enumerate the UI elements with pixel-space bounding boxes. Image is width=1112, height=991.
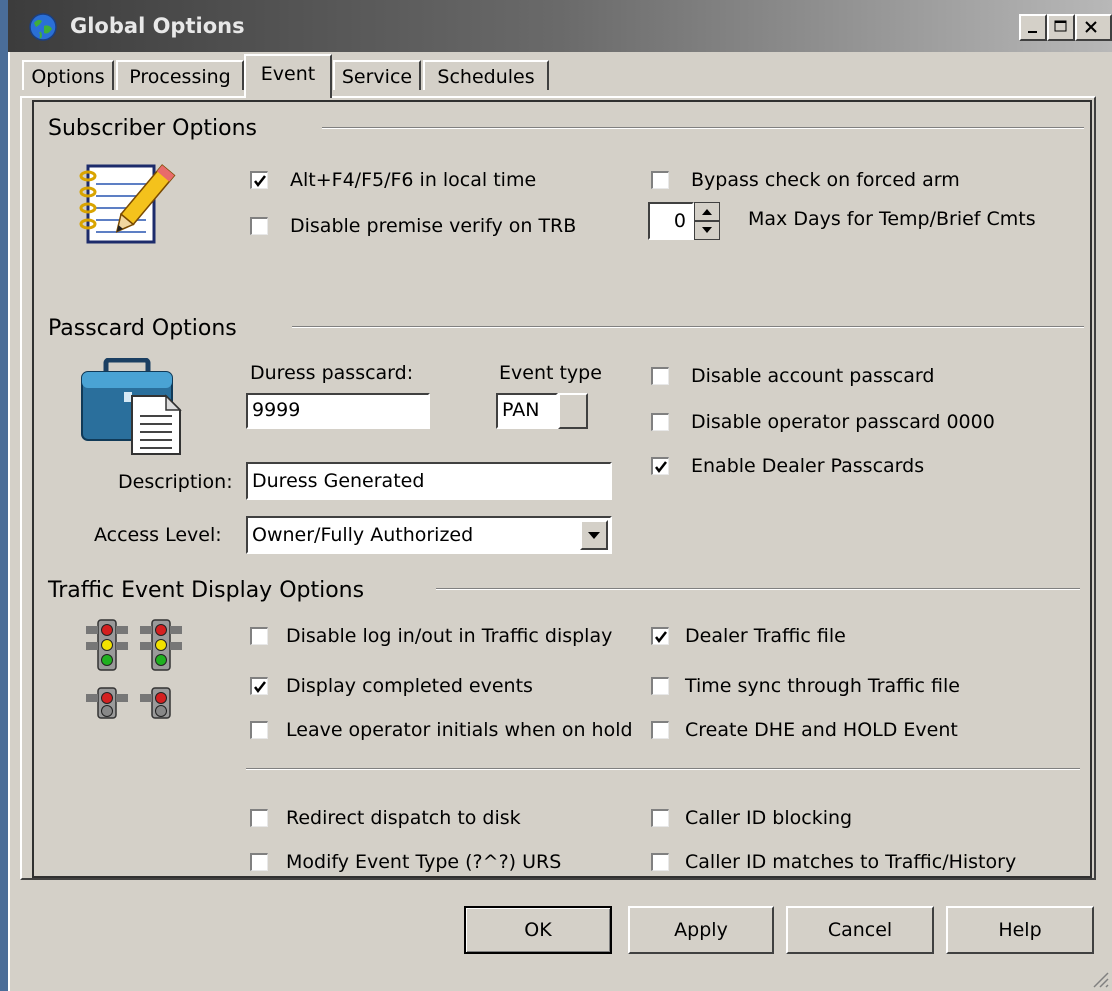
checkbox-box[interactable] <box>250 853 268 871</box>
checkbox-box[interactable] <box>651 721 669 739</box>
passcard-divider <box>292 326 1084 328</box>
description-label: Description: <box>118 471 233 493</box>
checkbox-box[interactable] <box>250 627 268 645</box>
checkbox-label: Alt+F4/F5/F6 in local time <box>290 169 537 191</box>
checkbox-box[interactable] <box>651 457 669 475</box>
passcard-options-title: Passcard Options <box>48 316 237 341</box>
checkbox-label: Disable operator passcard 0000 <box>691 411 995 433</box>
caller-id-matches-checkbox[interactable]: Caller ID matches to Traffic/History <box>651 848 1016 876</box>
checkbox-label: Modify Event Type (?^?) URS <box>286 851 562 873</box>
access-level-value: Owner/Fully Authorized <box>252 524 474 546</box>
minimize-button[interactable] <box>1019 14 1047 41</box>
access-level-label: Access Level: <box>94 524 222 546</box>
display-completed-events-checkbox[interactable]: Display completed events <box>250 672 533 700</box>
checkbox-box[interactable] <box>651 367 669 385</box>
notepad-pencil-icon <box>79 164 176 244</box>
resize-grip-icon[interactable] <box>1090 969 1110 989</box>
chevron-down-icon <box>588 532 600 539</box>
close-icon <box>1085 21 1097 33</box>
tab-service[interactable]: Service <box>333 60 421 90</box>
subscriber-divider <box>322 127 1084 129</box>
globe-icon <box>29 13 57 41</box>
traffic-inner-divider <box>246 768 1080 770</box>
checkbox-box[interactable] <box>250 171 268 189</box>
checkbox-box[interactable] <box>651 171 669 189</box>
checkmark-icon <box>655 631 667 644</box>
disable-operator-passcard-checkbox[interactable]: Disable operator passcard 0000 <box>651 408 995 436</box>
checkbox-label: Time sync through Traffic file <box>685 675 960 697</box>
event-type-input[interactable]: PAN <box>496 393 558 429</box>
disable-log-in-out-checkbox[interactable]: Disable log in/out in Traffic display <box>250 622 612 650</box>
duress-passcard-input[interactable]: 9999 <box>246 393 430 429</box>
spinner-arrows-icon <box>694 202 720 240</box>
max-days-spinner[interactable] <box>694 202 720 240</box>
description-input[interactable]: Duress Generated <box>246 462 612 500</box>
maximize-button[interactable] <box>1047 14 1075 41</box>
tab-options[interactable]: Options <box>22 60 114 90</box>
window-left-edge <box>0 0 8 991</box>
checkbox-label: Disable log in/out in Traffic display <box>286 625 613 647</box>
minimize-icon <box>1028 31 1037 33</box>
tab-processing[interactable]: Processing <box>116 60 244 90</box>
checkbox-label: Disable account passcard <box>691 365 935 387</box>
maximize-icon <box>1054 20 1067 32</box>
event-type-lookup-button[interactable] <box>558 393 588 429</box>
event-type-label: Event type <box>499 362 602 384</box>
checkbox-box[interactable] <box>651 677 669 695</box>
checkbox-label: Leave operator initials when on hold <box>286 719 633 741</box>
leave-operator-initials-checkbox[interactable]: Leave operator initials when on hold <box>250 716 633 744</box>
checkbox-box[interactable] <box>651 413 669 431</box>
tab-schedules[interactable]: Schedules <box>423 60 549 90</box>
dealer-traffic-file-checkbox[interactable]: Dealer Traffic file <box>651 622 846 650</box>
max-days-input[interactable]: 0 <box>648 202 694 240</box>
time-sync-traffic-file-checkbox[interactable]: Time sync through Traffic file <box>651 672 960 700</box>
briefcase-document-icon <box>81 358 182 455</box>
close-button[interactable] <box>1075 14 1112 41</box>
checkbox-label: Enable Dealer Passcards <box>691 455 925 477</box>
checkmark-icon <box>254 175 266 188</box>
checkbox-box[interactable] <box>250 677 268 695</box>
subscriber-options-title: Subscriber Options <box>48 116 258 141</box>
modify-event-type-urs-checkbox[interactable]: Modify Event Type (?^?) URS <box>250 848 561 876</box>
cancel-button[interactable]: Cancel <box>786 906 934 954</box>
checkbox-box[interactable] <box>651 809 669 827</box>
checkbox-label: Caller ID matches to Traffic/History <box>685 851 1017 873</box>
checkbox-box[interactable] <box>250 721 268 739</box>
create-dhe-hold-event-checkbox[interactable]: Create DHE and HOLD Event <box>651 716 958 744</box>
checkbox-box[interactable] <box>651 853 669 871</box>
enable-dealer-passcards-checkbox[interactable]: Enable Dealer Passcards <box>651 452 924 480</box>
redirect-dispatch-disk-checkbox[interactable]: Redirect dispatch to disk <box>250 804 521 832</box>
title-bar[interactable]: Global Options <box>8 0 1112 52</box>
traffic-lights-icon <box>85 619 182 719</box>
checkbox-label: Redirect dispatch to disk <box>286 807 521 829</box>
caller-id-blocking-checkbox[interactable]: Caller ID blocking <box>651 804 852 832</box>
access-level-dropdown-button[interactable] <box>580 520 608 550</box>
disable-premise-verify-checkbox[interactable]: Disable premise verify on TRB <box>250 212 576 240</box>
ok-button[interactable]: OK <box>464 906 612 954</box>
duress-passcard-label: Duress passcard: <box>250 362 414 384</box>
bypass-check-forced-arm-checkbox[interactable]: Bypass check on forced arm <box>651 166 960 194</box>
checkbox-label: Create DHE and HOLD Event <box>685 719 958 741</box>
alt-f4-local-time-checkbox[interactable]: Alt+F4/F5/F6 in local time <box>250 166 536 194</box>
apply-button[interactable]: Apply <box>628 906 774 954</box>
checkbox-box[interactable] <box>250 217 268 235</box>
checkbox-box[interactable] <box>651 627 669 645</box>
tab-event[interactable]: Event <box>244 54 332 98</box>
checkmark-icon <box>655 461 667 474</box>
checkbox-label: Dealer Traffic file <box>685 625 846 647</box>
max-days-label: Max Days for Temp/Brief Cmts <box>748 208 1036 230</box>
checkbox-label: Display completed events <box>286 675 533 697</box>
checkmark-icon <box>254 681 266 694</box>
disable-account-passcard-checkbox[interactable]: Disable account passcard <box>651 362 934 390</box>
window-title: Global Options <box>70 14 245 38</box>
help-button[interactable]: Help <box>946 906 1094 954</box>
checkbox-label: Bypass check on forced arm <box>691 169 960 191</box>
access-level-select[interactable]: Owner/Fully Authorized <box>246 516 612 554</box>
checkbox-label: Disable premise verify on TRB <box>290 215 577 237</box>
checkbox-box[interactable] <box>250 809 268 827</box>
traffic-divider <box>436 588 1080 590</box>
traffic-options-title: Traffic Event Display Options <box>48 578 365 603</box>
checkbox-label: Caller ID blocking <box>685 807 853 829</box>
